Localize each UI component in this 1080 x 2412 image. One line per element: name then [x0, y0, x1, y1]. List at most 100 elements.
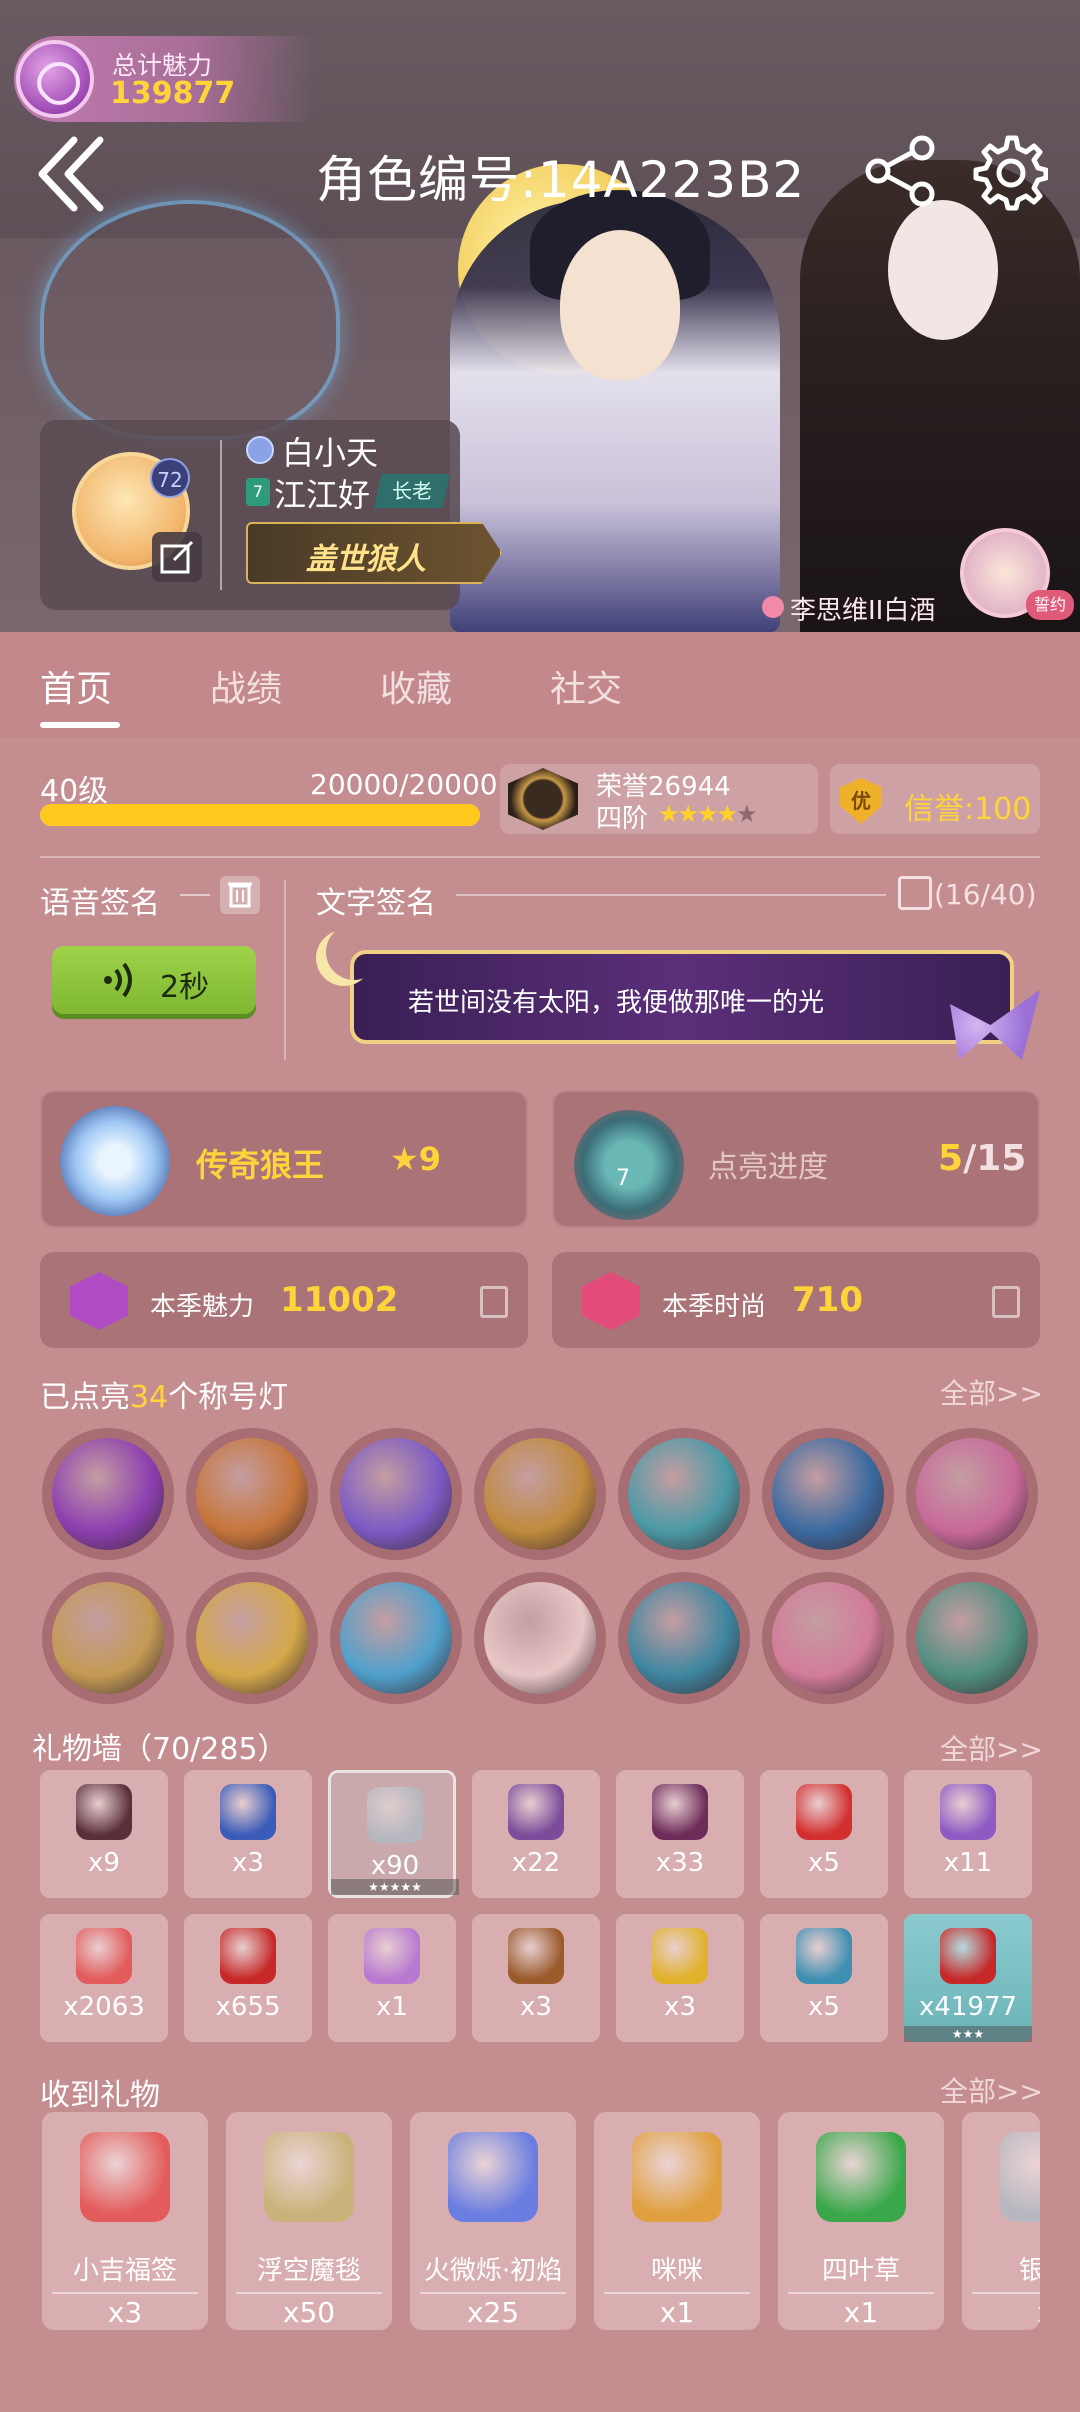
gift-wall-view-all-link[interactable]: 全部>> — [940, 1728, 1043, 1768]
received-gift-item[interactable]: 咪咪 x1 — [594, 2112, 760, 2330]
ghost-spirit-art — [40, 200, 340, 440]
received-gift-item[interactable]: 四叶草 x1 — [778, 2112, 944, 2330]
title-badge-item[interactable] — [906, 1428, 1038, 1560]
title-badge-item[interactable] — [474, 1428, 606, 1560]
gift-count: x2063 — [63, 1992, 145, 2022]
gear-icon[interactable] — [968, 132, 1048, 212]
received-gift-name: 四叶草 — [821, 2256, 900, 2286]
trash-icon[interactable] — [220, 876, 260, 914]
honor-star-icon: ★ — [716, 800, 738, 828]
gift-wall-item[interactable]: x655 — [184, 1914, 312, 2042]
received-gift-item[interactable]: 小吉福签 x3 — [42, 2112, 208, 2330]
gift-wall-item[interactable]: x33 — [616, 1770, 744, 1898]
gift-wall-item[interactable]: x3 — [184, 1770, 312, 1898]
gift-wall-item[interactable]: x11 — [904, 1770, 1032, 1898]
purple-earring-icon — [508, 1784, 564, 1840]
gift-count: x5 — [808, 1992, 840, 2022]
gift-wall-item[interactable]: x3 — [472, 1914, 600, 2042]
gift-wall-item[interactable]: x5 — [760, 1770, 888, 1898]
lighting-progress-value: 5/15 — [938, 1138, 1026, 1179]
gift-count: x3 — [520, 1992, 552, 2022]
nickname: 白小天 — [282, 434, 379, 472]
male-gender-icon — [246, 436, 274, 464]
gift-wall-item[interactable]: x22 — [472, 1770, 600, 1898]
guild-name[interactable]: 江江好 — [274, 470, 370, 516]
received-gift-count: x1 — [659, 2296, 695, 2329]
gift-count: x3 — [664, 1992, 696, 2022]
honor-star-icon: ★ — [658, 800, 679, 828]
golden-hand-icon — [484, 1438, 596, 1550]
tab-social[interactable]: 社交 — [550, 660, 622, 712]
cat-icon — [632, 2132, 722, 2222]
amulet-icon — [796, 1928, 852, 1984]
blue-flame-spirit-icon — [448, 2132, 538, 2222]
tab-home[interactable]: 首页 — [40, 660, 112, 712]
received-gift-item[interactable]: 火微烁·初焰 x25 — [410, 2112, 576, 2330]
gift-wall-item[interactable]: x1 — [328, 1914, 456, 2042]
tab-collection[interactable]: 收藏 — [380, 660, 452, 712]
received-gift-divider — [604, 2292, 750, 2294]
gift-wall-item[interactable]: x2063 — [40, 1914, 168, 2042]
achievement-stars: ★9 — [390, 1140, 441, 1178]
red-envelope-icon — [796, 1784, 852, 1840]
received-gift-name: 银子 — [1018, 2256, 1040, 2286]
guild-level-icon: 7 — [246, 478, 270, 506]
page-title: 角色编号:14A223B2 — [316, 151, 806, 209]
received-gift-count: x1 — [843, 2296, 879, 2329]
title-badge-item[interactable] — [42, 1572, 174, 1704]
fashion-detail-icon[interactable] — [992, 1286, 1020, 1318]
sound-wave-icon — [104, 962, 132, 998]
tab-records[interactable]: 战绩 — [210, 660, 282, 712]
received-gift-item[interactable]: 银子 x — [962, 2112, 1040, 2330]
title-badge-item[interactable] — [618, 1572, 750, 1704]
signature-text: 若世间没有太阳，我便做那唯一的光 — [408, 988, 825, 1018]
season-fashion-value: 710 — [792, 1280, 863, 1320]
title-badge-item[interactable] — [906, 1572, 1038, 1704]
received-gift-count: x50 — [282, 2296, 336, 2329]
achievement-star-count: 9 — [418, 1140, 441, 1178]
honor-stars: ★★★★★ — [658, 800, 758, 828]
title-badge-item[interactable] — [186, 1572, 318, 1704]
partner-face-art — [888, 200, 998, 340]
edit-avatar-icon[interactable] — [152, 532, 202, 582]
blue-flame-icon — [340, 1582, 452, 1694]
title-badge-item[interactable] — [42, 1428, 174, 1560]
profile-card-divider — [220, 440, 222, 590]
back-icon[interactable] — [36, 134, 108, 214]
green-armor-icon — [916, 1582, 1028, 1694]
couple-name[interactable]: 李思维II白酒 — [760, 590, 935, 627]
title-badge-item[interactable] — [330, 1572, 462, 1704]
badges-view-all-link[interactable]: 全部>> — [940, 1372, 1043, 1412]
received-gift-item[interactable]: 浮空魔毯 x50 — [226, 2112, 392, 2330]
honor-star-icon: ★ — [736, 800, 757, 828]
flying-carpet-icon — [264, 2132, 354, 2222]
gift-wall-item[interactable]: x90 ★★★★★ — [328, 1770, 459, 1898]
edit-signature-icon[interactable] — [898, 876, 932, 910]
gift-wall-item[interactable]: x41977 ★★★ — [904, 1914, 1032, 2042]
share-icon[interactable] — [864, 134, 938, 208]
gift-count: x90 — [370, 1851, 420, 1881]
title-badge-item[interactable] — [330, 1428, 462, 1560]
title-badge-item[interactable] — [762, 1572, 894, 1704]
purple-cards-icon — [340, 1438, 452, 1550]
love-letter-icon — [484, 1582, 596, 1694]
tab-bar — [0, 632, 1080, 738]
gift-count: x5 — [808, 1848, 840, 1878]
gift-count: x1 — [376, 1992, 408, 2022]
title-badge-item[interactable] — [186, 1428, 318, 1560]
play-voice-button[interactable] — [52, 946, 256, 1014]
section-divider — [40, 856, 1040, 858]
title-badge-item[interactable] — [618, 1428, 750, 1560]
received-view-all-link[interactable]: 全部>> — [940, 2070, 1043, 2110]
title-badge-item[interactable] — [474, 1572, 606, 1704]
received-gift-name: 浮空魔毯 — [256, 2256, 361, 2286]
received-gift-divider — [788, 2292, 934, 2294]
gift-wall-item[interactable]: x9 — [40, 1770, 168, 1898]
title-badge-item[interactable] — [762, 1428, 894, 1560]
gift-wall-item[interactable]: x3 — [616, 1914, 744, 2042]
badges-section-title: 已点亮34个称号灯 — [40, 1372, 288, 1416]
exp-progress-fill — [40, 804, 480, 826]
gift-wall-item[interactable]: x5 — [760, 1914, 888, 2042]
rose-charm-icon — [16, 40, 94, 118]
charm-detail-icon[interactable] — [480, 1286, 508, 1318]
